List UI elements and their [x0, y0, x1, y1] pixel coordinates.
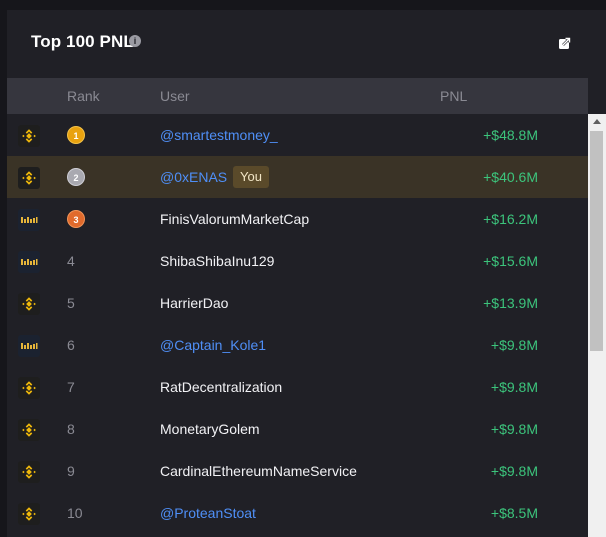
pnl-value: +$13.9M	[483, 295, 538, 311]
column-header-user[interactable]: User	[160, 88, 190, 104]
rank-number: 10	[67, 505, 83, 521]
column-header-rank[interactable]: Rank	[67, 88, 100, 104]
rank-number: 4	[67, 253, 75, 269]
rank-number: 5	[67, 295, 75, 311]
table-row[interactable]: 2 @0xENAS You +$40.6M	[7, 156, 588, 198]
pnl-value: +$15.6M	[483, 253, 538, 269]
binance-logo-icon	[18, 125, 40, 147]
user-name: RatDecentralization	[160, 379, 283, 395]
pnl-value: +$9.8M	[490, 421, 538, 437]
rank-number: 8	[67, 421, 75, 437]
binance-logo-icon	[18, 293, 40, 315]
leaderboard-panel: Top 100 PNL i Rank User PNL 1 @smartestmo…	[7, 10, 606, 537]
rank-number: 9	[67, 463, 75, 479]
share-icon[interactable]	[558, 36, 572, 50]
binance-logo-icon	[18, 419, 40, 441]
scrollbar[interactable]	[588, 114, 606, 537]
binance-logo-icon	[18, 461, 40, 483]
pnl-value: +$48.8M	[483, 127, 538, 143]
user-handle-link[interactable]: @Captain_Kole1	[160, 337, 266, 353]
bybit-logo-icon	[18, 335, 40, 357]
binance-logo-icon	[18, 167, 40, 189]
column-header-pnl[interactable]: PNL	[440, 88, 467, 104]
table-row[interactable]: 4 ShibaShibaInu129 +$15.6M	[7, 240, 588, 282]
bybit-logo-icon	[18, 251, 40, 273]
user-name: FinisValorumMarketCap	[160, 211, 310, 227]
rank-number: 6	[67, 337, 75, 353]
table-row[interactable]: 10 @ProteanStoat +$8.5M	[7, 492, 588, 534]
binance-logo-icon	[18, 503, 40, 525]
pnl-value: +$9.8M	[490, 337, 538, 353]
table-row[interactable]: 6 @Captain_Kole1 +$9.8M	[7, 324, 588, 366]
rank-medal-icon: 2	[67, 168, 85, 186]
binance-logo-icon	[18, 377, 40, 399]
user-name: ShibaShibaInu129	[160, 253, 275, 269]
user-name: CardinalEthereumNameService	[160, 463, 357, 479]
pnl-value: +$9.8M	[490, 379, 538, 395]
scrollbar-thumb[interactable]	[590, 131, 603, 351]
bybit-logo-icon	[18, 209, 40, 231]
pnl-value: +$40.6M	[483, 169, 538, 185]
panel-header: Top 100 PNL i	[7, 10, 606, 78]
rank-number: 7	[67, 379, 75, 395]
you-badge: You	[233, 166, 269, 188]
pnl-value: +$16.2M	[483, 211, 538, 227]
table-row[interactable]: 7 RatDecentralization +$9.8M	[7, 366, 588, 408]
rank-medal-icon: 3	[67, 210, 85, 228]
table-row[interactable]: 8 MonetaryGolem +$9.8M	[7, 408, 588, 450]
pnl-value: +$9.8M	[490, 463, 538, 479]
table-row[interactable]: 9 CardinalEthereumNameService +$9.8M	[7, 450, 588, 492]
user-name: MonetaryGolem	[160, 421, 260, 437]
user-handle-link[interactable]: @smartestmoney_	[160, 127, 278, 143]
scroll-up-arrow-icon[interactable]	[593, 119, 601, 124]
pnl-value: +$8.5M	[490, 505, 538, 521]
column-header-row: Rank User PNL	[7, 78, 588, 114]
panel-title: Top 100 PNL	[31, 32, 134, 51]
info-icon[interactable]: i	[129, 35, 141, 47]
table-row[interactable]: 3 FinisValorumMarketCap +$16.2M	[7, 198, 588, 240]
user-handle-link[interactable]: @ProteanStoat	[160, 505, 256, 521]
leaderboard-list: 1 @smartestmoney_ +$48.8M 2 @0xENAS You +$40.6…	[7, 114, 588, 537]
user-handle-link[interactable]: @0xENAS	[160, 169, 227, 185]
rank-medal-icon: 1	[67, 126, 85, 144]
table-row[interactable]: 1 @smartestmoney_ +$48.8M	[7, 114, 588, 156]
table-row[interactable]: 5 HarrierDao +$13.9M	[7, 282, 588, 324]
user-name: HarrierDao	[160, 295, 229, 311]
